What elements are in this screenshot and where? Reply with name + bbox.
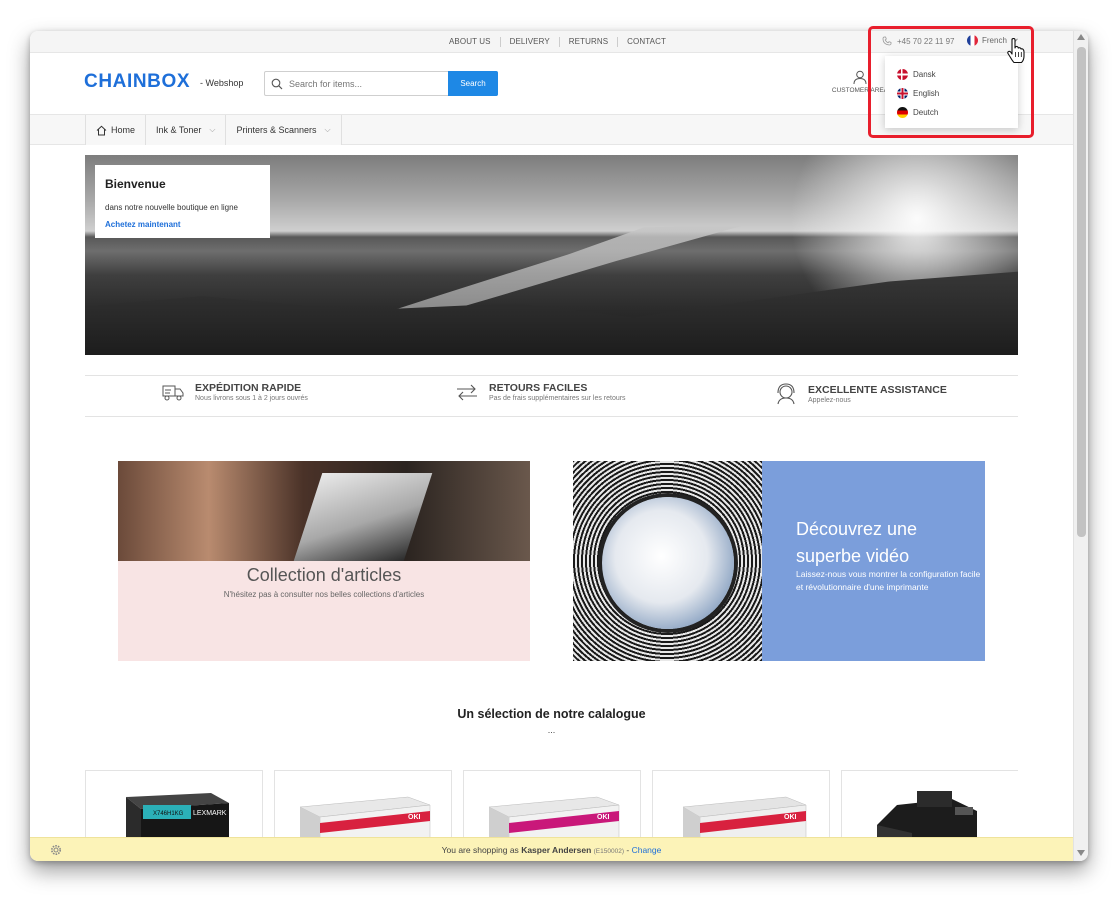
product-card-5[interactable] xyxy=(841,770,1018,840)
returns-link[interactable]: RETURNS xyxy=(558,37,617,47)
lexmark-brand-text: LEXMARK xyxy=(193,810,227,817)
collection-title: Collection d'articles xyxy=(246,565,402,585)
collection-card[interactable]: Collection d'articles N'hésitez pas à co… xyxy=(118,461,530,661)
lexmark-toner-image: X746H1KG LEXMARK xyxy=(126,793,229,840)
search-button[interactable]: Search xyxy=(448,71,498,96)
feature-returns-subtitle: Pas de frais supplémentaires sur les ret… xyxy=(489,395,626,402)
nav-printers-scanners[interactable]: Printers & Scanners ⌵ xyxy=(226,115,342,145)
product-card-1[interactable]: X746H1KG LEXMARK xyxy=(85,770,263,840)
user-icon xyxy=(853,70,867,85)
welcome-title: Bienvenue xyxy=(105,177,166,191)
scroll-down-arrow-icon[interactable] xyxy=(1077,850,1085,856)
oki-brand-text: OKI xyxy=(597,814,610,821)
features-strip: EXPÉDITION RAPIDE Nous livrons sous 1 à … xyxy=(85,375,1018,417)
oki-brand-text: OKI xyxy=(408,814,421,821)
search-input[interactable] xyxy=(287,76,447,91)
product-card-4[interactable]: OKI xyxy=(652,770,830,840)
return-arrows-icon xyxy=(457,384,477,401)
oki-toner-image: OKI xyxy=(682,796,807,840)
logo-subtitle: - Webshop xyxy=(200,78,244,88)
status-user: Kasper Andersen xyxy=(521,845,592,855)
welcome-text: dans notre nouvelle boutique en ligne xyxy=(105,203,238,212)
change-link[interactable]: Change xyxy=(632,845,662,855)
nav-home[interactable]: Home xyxy=(86,115,147,145)
feature-returns: RETOURS FACILES Pas de frais supplémenta… xyxy=(455,382,626,402)
feature-support-subtitle: Appelez-nous xyxy=(808,397,851,404)
home-icon xyxy=(96,125,107,135)
truck-icon xyxy=(162,385,184,401)
scroll-up-arrow-icon[interactable] xyxy=(1077,34,1085,40)
selection-title: Un sélection de notre calalogue xyxy=(457,707,646,721)
shop-now-link[interactable]: Achetez maintenant xyxy=(105,220,181,229)
product-carousel: X746H1KG LEXMARK OKI OKI OKI xyxy=(85,770,1018,840)
status-separator: - xyxy=(626,845,630,855)
sky-circle xyxy=(602,497,734,629)
top-links: ABOUT US DELIVERY RETURNS CONTACT xyxy=(440,31,675,53)
gear-icon[interactable] xyxy=(50,844,62,856)
video-subtitle: Laissez-nous vous montrer la configurati… xyxy=(796,569,981,592)
feature-support: EXCELLENTE ASSISTANCE Appelez-nous xyxy=(774,382,947,406)
chevron-down-icon: ⌵ xyxy=(324,125,331,134)
video-title: Découvrez une superbe vidéo xyxy=(796,519,918,566)
about-us-link[interactable]: ABOUT US xyxy=(440,37,500,47)
nav-home-label: Home xyxy=(111,125,136,135)
toner-cartridge-image xyxy=(877,791,977,840)
oki-magenta-image: OKI xyxy=(299,796,431,840)
selection-dots: ... xyxy=(547,725,556,735)
feature-shipping: EXPÉDITION RAPIDE Nous livrons sous 1 à … xyxy=(161,382,308,402)
search-icon xyxy=(271,78,283,90)
status-bar: You are shopping as Kasper Andersen (E15… xyxy=(30,837,1073,861)
nav-items: Home Ink & Toner ⌵ Printers & Scanners ⌵ xyxy=(85,115,342,145)
feature-shipping-subtitle: Nous livrons sous 1 à 2 jours ouvrés xyxy=(195,395,308,402)
hand-cursor-icon xyxy=(1007,38,1025,64)
scrollbar[interactable] xyxy=(1073,31,1088,861)
oki-brand-text: OKI xyxy=(784,814,797,821)
collection-subtitle: N'hésitez pas à consulter nos belles col… xyxy=(223,590,425,599)
hero-banner: Bienvenue dans notre nouvelle boutique e… xyxy=(85,155,1018,355)
logo[interactable]: CHAINBOX xyxy=(84,71,190,93)
nav-ink-toner-label: Ink & Toner xyxy=(156,125,202,135)
video-card[interactable]: Découvrez une superbe vidéo Laissez-nous… xyxy=(573,461,985,661)
product-card-2[interactable]: OKI xyxy=(274,770,452,840)
chevron-down-icon: ⌵ xyxy=(209,125,216,134)
scroll-thumb[interactable] xyxy=(1077,47,1086,537)
welcome-box: Bienvenue dans notre nouvelle boutique e… xyxy=(95,165,270,238)
product-card-3[interactable]: OKI xyxy=(463,770,641,840)
support-headset-icon xyxy=(777,383,795,405)
lexmark-model-text: X746H1KG xyxy=(153,811,184,817)
feature-returns-title: RETOURS FACILES xyxy=(489,382,588,394)
delivery-link[interactable]: DELIVERY xyxy=(499,37,559,47)
feature-shipping-title: EXPÉDITION RAPIDE xyxy=(195,382,302,394)
status-prefix: You are shopping as xyxy=(441,845,519,855)
nav-printers-scanners-label: Printers & Scanners xyxy=(236,125,317,135)
nav-ink-toner[interactable]: Ink & Toner ⌵ xyxy=(146,115,227,145)
feature-support-title: EXCELLENTE ASSISTANCE xyxy=(808,384,947,396)
contact-link[interactable]: CONTACT xyxy=(617,37,675,47)
oki-magenta-image-2: OKI xyxy=(488,796,620,840)
browser-window: ABOUT US DELIVERY RETURNS CONTACT +45 70… xyxy=(30,31,1088,861)
status-customer-id: (E150002) xyxy=(593,848,624,855)
